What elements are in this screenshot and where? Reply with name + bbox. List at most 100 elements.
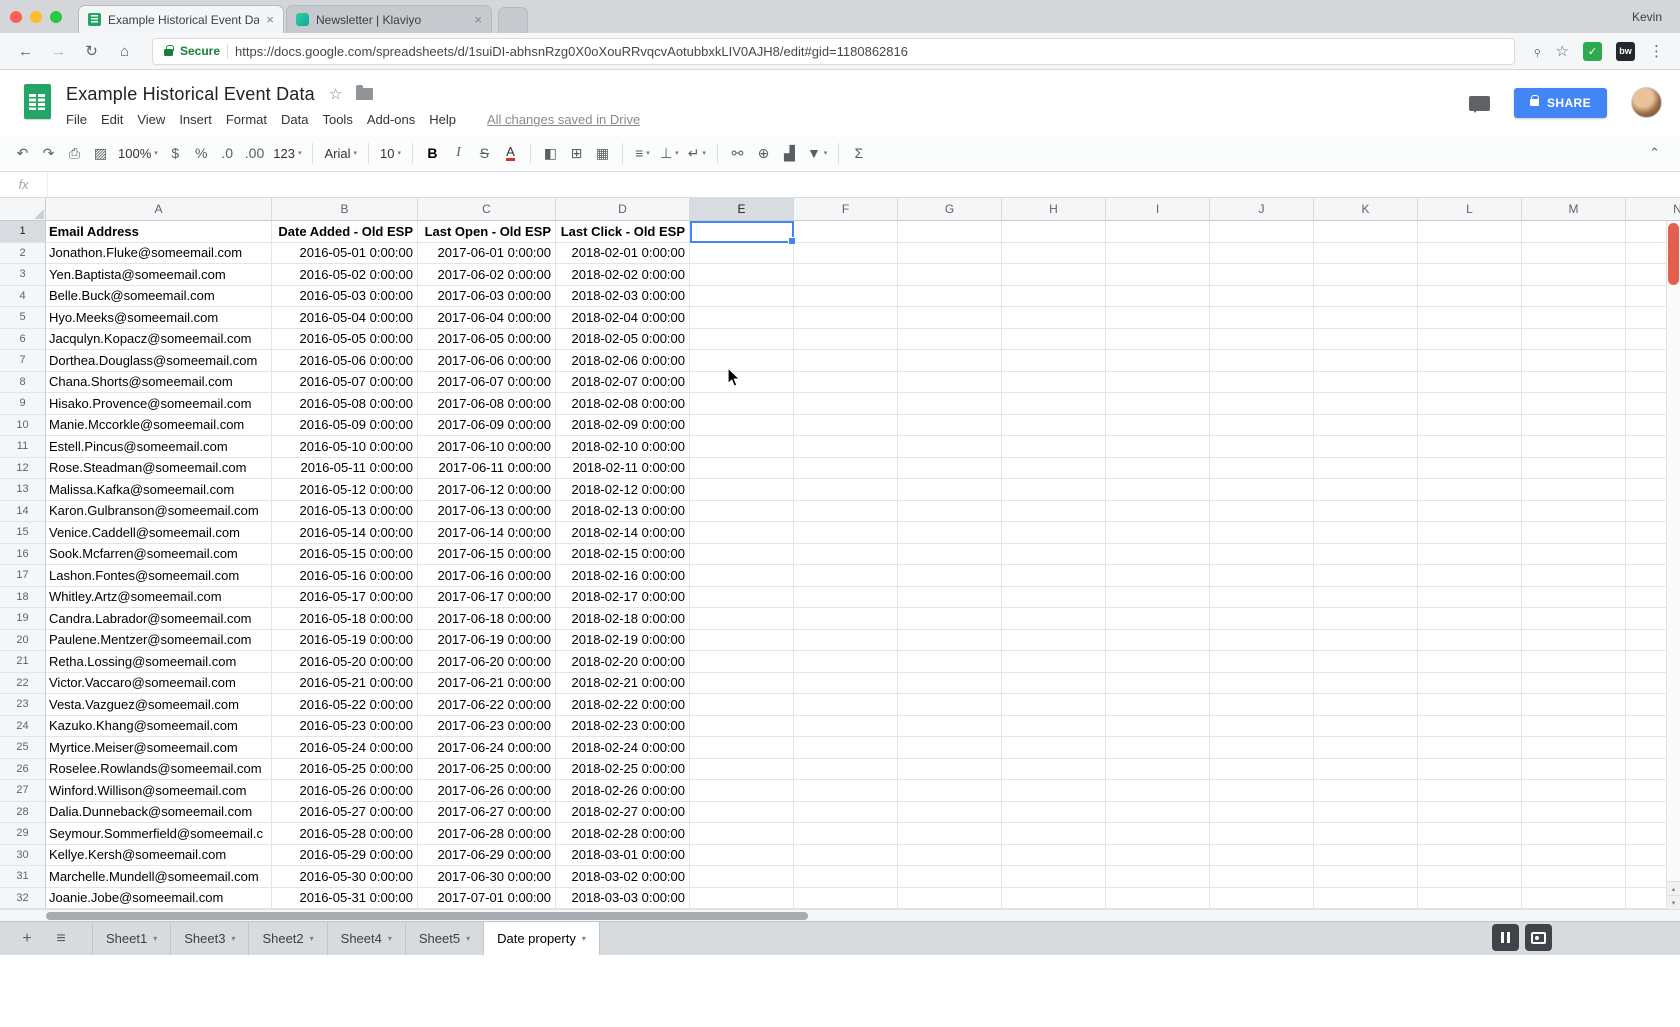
cell-E17[interactable] <box>690 565 794 587</box>
move-to-folder-icon[interactable] <box>356 88 373 100</box>
cell-L11[interactable] <box>1418 436 1522 458</box>
sheet-tab-sheet1[interactable]: Sheet1▾ <box>92 922 171 955</box>
cell-G19[interactable] <box>898 608 1002 630</box>
fullscreen-window-button[interactable] <box>50 11 62 23</box>
media-button[interactable] <box>1525 924 1552 951</box>
cell-J29[interactable] <box>1210 823 1314 845</box>
cell-G20[interactable] <box>898 630 1002 652</box>
cell-L19[interactable] <box>1418 608 1522 630</box>
row-header-22[interactable]: 22 <box>0 673 46 695</box>
cell-C17[interactable]: 2017-06-16 0:00:00 <box>418 565 556 587</box>
cell-I5[interactable] <box>1106 307 1210 329</box>
cell-E14[interactable] <box>690 501 794 523</box>
cell-E30[interactable] <box>690 845 794 867</box>
cell-M22[interactable] <box>1522 673 1626 695</box>
cell-D24[interactable]: 2018-02-23 0:00:00 <box>556 716 690 738</box>
cell-L20[interactable] <box>1418 630 1522 652</box>
cell-F9[interactable] <box>794 393 898 415</box>
row-header-29[interactable]: 29 <box>0 823 46 845</box>
cell-L4[interactable] <box>1418 286 1522 308</box>
cell-J1[interactable] <box>1210 221 1314 243</box>
column-header-B[interactable]: B <box>272 198 418 221</box>
cell-H28[interactable] <box>1002 802 1106 824</box>
cell-G25[interactable] <box>898 737 1002 759</box>
cell-G10[interactable] <box>898 415 1002 437</box>
cell-J10[interactable] <box>1210 415 1314 437</box>
cell-K13[interactable] <box>1314 479 1418 501</box>
document-title[interactable]: Example Historical Event Data <box>66 84 315 105</box>
cell-A5[interactable]: Hyo.Meeks@someemail.com <box>46 307 272 329</box>
cell-D15[interactable]: 2018-02-14 0:00:00 <box>556 522 690 544</box>
cell-D12[interactable]: 2018-02-11 0:00:00 <box>556 458 690 480</box>
cell-M23[interactable] <box>1522 694 1626 716</box>
cell-G1[interactable] <box>898 221 1002 243</box>
row-header-3[interactable]: 3 <box>0 264 46 286</box>
cell-J18[interactable] <box>1210 587 1314 609</box>
menu-addons[interactable]: Add-ons <box>360 109 422 130</box>
cell-E24[interactable] <box>690 716 794 738</box>
cell-K22[interactable] <box>1314 673 1418 695</box>
cell-C8[interactable]: 2017-06-07 0:00:00 <box>418 372 556 394</box>
cell-L21[interactable] <box>1418 651 1522 673</box>
cell-L18[interactable] <box>1418 587 1522 609</box>
row-header-24[interactable]: 24 <box>0 716 46 738</box>
cell-C21[interactable]: 2017-06-20 0:00:00 <box>418 651 556 673</box>
browser-tab-2[interactable]: Newsletter | Klaviyo× <box>286 5 492 33</box>
cell-G15[interactable] <box>898 522 1002 544</box>
cell-H26[interactable] <box>1002 759 1106 781</box>
cell-H22[interactable] <box>1002 673 1106 695</box>
cell-C24[interactable]: 2017-06-23 0:00:00 <box>418 716 556 738</box>
cell-C7[interactable]: 2017-06-06 0:00:00 <box>418 350 556 372</box>
avatar[interactable] <box>1631 87 1662 118</box>
cell-E20[interactable] <box>690 630 794 652</box>
cell-F25[interactable] <box>794 737 898 759</box>
cell-L25[interactable] <box>1418 737 1522 759</box>
cell-I17[interactable] <box>1106 565 1210 587</box>
cell-A20[interactable]: Paulene.Mentzer@someemail.com <box>46 630 272 652</box>
format-percent-icon[interactable]: % <box>189 141 214 166</box>
close-window-button[interactable] <box>10 11 22 23</box>
cell-G21[interactable] <box>898 651 1002 673</box>
cell-G2[interactable] <box>898 243 1002 265</box>
browser-profile-name[interactable]: Kevin <box>1632 10 1680 24</box>
cell-M20[interactable] <box>1522 630 1626 652</box>
cell-D16[interactable]: 2018-02-15 0:00:00 <box>556 544 690 566</box>
cell-J20[interactable] <box>1210 630 1314 652</box>
cell-G5[interactable] <box>898 307 1002 329</box>
row-header-8[interactable]: 8 <box>0 372 46 394</box>
bookmark-star-icon[interactable]: ☆ <box>1556 42 1569 60</box>
cell-G23[interactable] <box>898 694 1002 716</box>
cell-B10[interactable]: 2016-05-09 0:00:00 <box>272 415 418 437</box>
cell-I30[interactable] <box>1106 845 1210 867</box>
cell-L1[interactable] <box>1418 221 1522 243</box>
cell-L7[interactable] <box>1418 350 1522 372</box>
cell-B3[interactable]: 2016-05-02 0:00:00 <box>272 264 418 286</box>
cell-H13[interactable] <box>1002 479 1106 501</box>
cell-M6[interactable] <box>1522 329 1626 351</box>
cell-F10[interactable] <box>794 415 898 437</box>
cell-H31[interactable] <box>1002 866 1106 888</box>
cell-C13[interactable]: 2017-06-12 0:00:00 <box>418 479 556 501</box>
cell-F28[interactable] <box>794 802 898 824</box>
cell-C32[interactable]: 2017-07-01 0:00:00 <box>418 888 556 910</box>
cell-E25[interactable] <box>690 737 794 759</box>
cell-K2[interactable] <box>1314 243 1418 265</box>
zoom-select[interactable]: 100%▾ <box>114 141 162 166</box>
filter-icon[interactable]: ▼▾ <box>803 141 831 166</box>
row-header-7[interactable]: 7 <box>0 350 46 372</box>
cell-F26[interactable] <box>794 759 898 781</box>
row-header-20[interactable]: 20 <box>0 630 46 652</box>
cell-E26[interactable] <box>690 759 794 781</box>
cell-J32[interactable] <box>1210 888 1314 910</box>
cell-H8[interactable] <box>1002 372 1106 394</box>
cell-D31[interactable]: 2018-03-02 0:00:00 <box>556 866 690 888</box>
cell-F2[interactable] <box>794 243 898 265</box>
paint-format-icon[interactable]: ▨ <box>88 141 113 166</box>
cell-C20[interactable]: 2017-06-19 0:00:00 <box>418 630 556 652</box>
cell-B30[interactable]: 2016-05-29 0:00:00 <box>272 845 418 867</box>
cell-E19[interactable] <box>690 608 794 630</box>
sheet-tab-caret-icon[interactable]: ▾ <box>310 934 314 943</box>
cell-D11[interactable]: 2018-02-10 0:00:00 <box>556 436 690 458</box>
column-header-N[interactable]: N <box>1626 198 1680 221</box>
cell-M30[interactable] <box>1522 845 1626 867</box>
